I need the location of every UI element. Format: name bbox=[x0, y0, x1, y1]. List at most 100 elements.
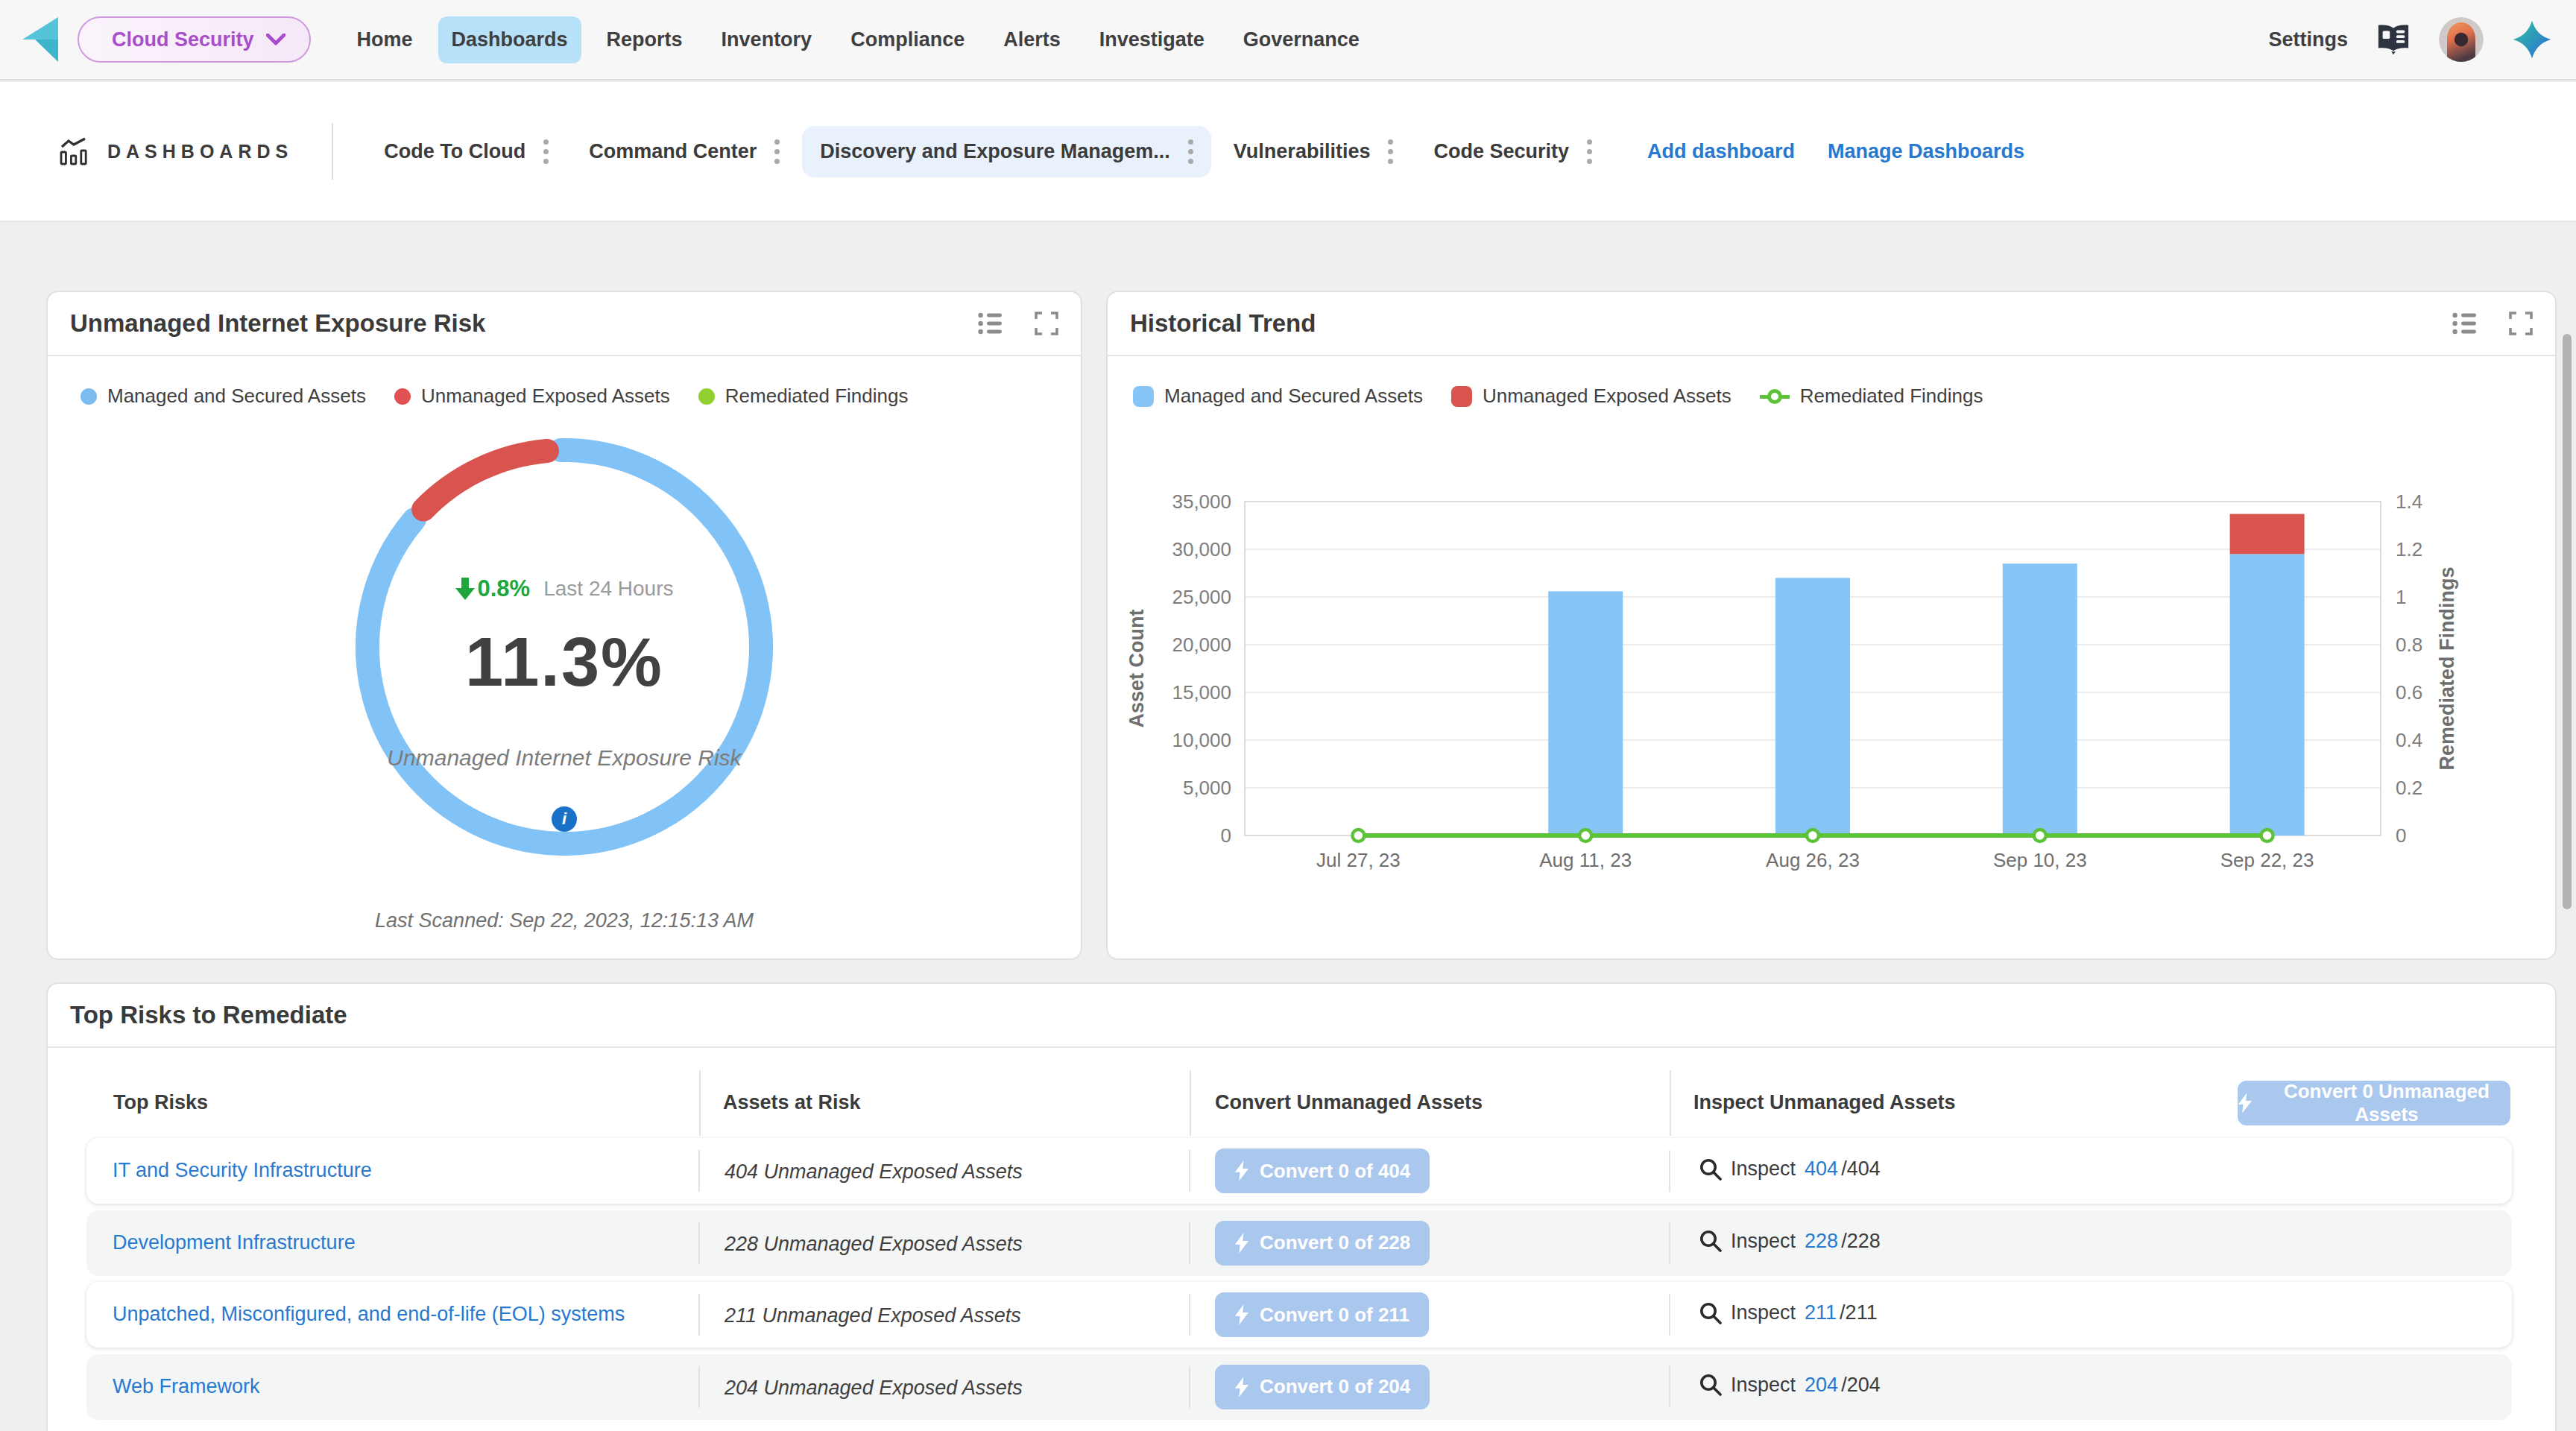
column-header-inspect: Inspect Unmanaged Assets bbox=[1693, 1091, 1956, 1114]
risk-link-unpatched-misconfigured-eol-systems[interactable]: Unpatched, Misconfigured, and end-of-lif… bbox=[113, 1303, 625, 1326]
inspect-total: /211 bbox=[1840, 1301, 1878, 1324]
svg-text:1.2: 1.2 bbox=[2396, 538, 2422, 560]
convert-all-button[interactable]: Convert 0 Unmanaged Assets bbox=[2238, 1081, 2510, 1125]
svg-text:Aug 11, 23: Aug 11, 23 bbox=[1539, 849, 1632, 871]
kebab-menu-icon[interactable] bbox=[1188, 139, 1193, 164]
divider bbox=[698, 1150, 700, 1192]
divider bbox=[1190, 1070, 1191, 1136]
inspect-count-link[interactable]: 228 bbox=[1805, 1230, 1838, 1253]
assets-at-risk-cell: 228 Unmanaged Exposed Assets bbox=[724, 1233, 1023, 1256]
main-nav: Home Dashboards Reports Inventory Compli… bbox=[344, 16, 1373, 63]
nav-item-compliance[interactable]: Compliance bbox=[837, 16, 978, 63]
tab-code-to-cloud[interactable]: Code To Cloud bbox=[366, 126, 566, 177]
inspect-label: Inspect bbox=[1731, 1230, 1796, 1253]
delta-value: 0.8% bbox=[455, 575, 531, 602]
divider bbox=[1189, 1222, 1190, 1264]
svg-text:0: 0 bbox=[1221, 824, 1231, 847]
legend-toggle-icon[interactable] bbox=[2452, 312, 2478, 335]
convert-row-button[interactable]: Convert 0 of 404 bbox=[1215, 1149, 1430, 1193]
info-icon[interactable]: i bbox=[552, 806, 577, 832]
unmanaged-exposure-risk-card: Unmanaged Internet Exposure Risk Managed… bbox=[46, 291, 1082, 960]
tab-vulnerabilities[interactable]: Vulnerabilities bbox=[1216, 126, 1412, 177]
divider bbox=[1189, 1294, 1190, 1336]
nav-item-reports[interactable]: Reports bbox=[593, 16, 696, 63]
divider bbox=[1669, 1366, 1670, 1408]
manage-dashboards-link[interactable]: Manage Dashboards bbox=[1828, 140, 2024, 163]
svg-text:Aug 26, 23: Aug 26, 23 bbox=[1766, 849, 1860, 871]
dashboards-section-label: DASHBOARDS bbox=[107, 141, 293, 162]
inspect-count-link[interactable]: 404 bbox=[1805, 1157, 1838, 1181]
svg-text:Asset Count: Asset Count bbox=[1126, 609, 1148, 727]
inspect-label: Inspect bbox=[1731, 1301, 1796, 1324]
donut-legend: Managed and Secured Assets Unmanaged Exp… bbox=[80, 385, 908, 408]
convert-row-button[interactable]: Convert 0 of 211 bbox=[1215, 1292, 1429, 1337]
nav-item-settings[interactable]: Settings bbox=[2268, 28, 2348, 51]
risk-link-it-and-security-infrastructure[interactable]: IT and Security Infrastructure bbox=[113, 1159, 372, 1182]
chevron-down-icon bbox=[266, 34, 285, 45]
convert-row-button[interactable]: Convert 0 of 204 bbox=[1215, 1365, 1430, 1409]
inspect-total: /228 bbox=[1841, 1230, 1881, 1253]
svg-text:0.6: 0.6 bbox=[2396, 681, 2422, 704]
svg-text:15,000: 15,000 bbox=[1172, 681, 1231, 704]
kebab-menu-icon[interactable] bbox=[1388, 139, 1393, 164]
expand-icon[interactable] bbox=[1035, 312, 1058, 335]
svg-text:20,000: 20,000 bbox=[1172, 634, 1231, 656]
table-row: Development Infrastructure 228 Unmanaged… bbox=[86, 1210, 2512, 1276]
product-switcher[interactable]: Cloud Security bbox=[78, 16, 311, 63]
expand-icon[interactable] bbox=[2509, 312, 2533, 335]
divider bbox=[1669, 1294, 1670, 1336]
scrollbar-thumb[interactable] bbox=[2563, 334, 2572, 909]
historical-trend-chart: Jul 27, 23 Aug 11, 23 Aug 26, 23 Sep 10, 23… bbox=[1108, 356, 2558, 960]
risk-link-web-framework[interactable]: Web Framework bbox=[113, 1375, 260, 1398]
kebab-menu-icon[interactable] bbox=[543, 139, 549, 164]
magnifier-icon bbox=[1699, 1230, 1722, 1252]
exposure-risk-value: 11.3% bbox=[341, 623, 788, 701]
inspect-cell: Inspect 211/211 bbox=[1699, 1301, 1878, 1324]
nav-item-investigate[interactable]: Investigate bbox=[1086, 16, 1218, 63]
lightning-icon bbox=[1234, 1160, 1249, 1181]
unmanaged-assets-dot bbox=[394, 388, 411, 405]
inspect-count-link[interactable]: 211 bbox=[1805, 1301, 1837, 1324]
risk-link-development-infrastructure[interactable]: Development Infrastructure bbox=[113, 1231, 356, 1254]
managed-assets-dot bbox=[80, 388, 97, 405]
svg-text:0: 0 bbox=[2396, 824, 2406, 847]
nav-item-home[interactable]: Home bbox=[344, 16, 426, 63]
user-avatar[interactable] bbox=[2439, 17, 2484, 62]
nav-item-dashboards[interactable]: Dashboards bbox=[438, 16, 581, 63]
top-risks-card: Top Risks to Remediate Convert 0 Unmanag… bbox=[46, 982, 2557, 1431]
delta-row: 0.8% Last 24 Hours bbox=[341, 575, 788, 602]
svg-text:0.8: 0.8 bbox=[2396, 634, 2422, 656]
remediated-findings-dot bbox=[698, 388, 715, 405]
legend-toggle-icon[interactable] bbox=[978, 312, 1003, 335]
nav-item-alerts[interactable]: Alerts bbox=[990, 16, 1074, 63]
brand-star-icon[interactable] bbox=[2512, 19, 2552, 60]
nav-item-inventory[interactable]: Inventory bbox=[708, 16, 826, 63]
tab-discovery-and-exposure-management[interactable]: Discovery and Exposure Managem... bbox=[802, 126, 1211, 177]
svg-text:35,000: 35,000 bbox=[1172, 490, 1231, 513]
column-header-top-risks: Top Risks bbox=[113, 1091, 208, 1114]
inspect-count-link[interactable]: 204 bbox=[1805, 1374, 1838, 1397]
legend-item: Managed and Secured Assets bbox=[80, 385, 366, 408]
lightning-icon bbox=[1234, 1377, 1249, 1397]
card-header: Unmanaged Internet Exposure Risk bbox=[48, 292, 1081, 356]
top-risks-table: Convert 0 Unmanaged Assets Top Risks Ass… bbox=[48, 1049, 2555, 1431]
svg-text:Jul 27, 23: Jul 27, 23 bbox=[1316, 849, 1401, 871]
add-dashboard-link[interactable]: Add dashboard bbox=[1647, 140, 1795, 163]
svg-text:1.4: 1.4 bbox=[2396, 490, 2422, 513]
tab-code-security[interactable]: Code Security bbox=[1415, 126, 1610, 177]
svg-text:Sep 10, 23: Sep 10, 23 bbox=[1993, 849, 2087, 871]
legend-item: Unmanaged Exposed Assets bbox=[394, 385, 670, 408]
magnifier-icon bbox=[1699, 1158, 1722, 1181]
convert-row-button[interactable]: Convert 0 of 228 bbox=[1215, 1221, 1430, 1266]
kebab-menu-icon[interactable] bbox=[1587, 139, 1592, 164]
assets-at-risk-cell: 204 Unmanaged Exposed Assets bbox=[724, 1377, 1023, 1400]
inspect-total: /404 bbox=[1841, 1157, 1881, 1181]
divider bbox=[698, 1366, 700, 1408]
docs-book-icon[interactable] bbox=[2376, 23, 2411, 56]
svg-text:25,000: 25,000 bbox=[1172, 586, 1231, 608]
nav-item-governance[interactable]: Governance bbox=[1230, 16, 1373, 63]
kebab-menu-icon[interactable] bbox=[774, 139, 780, 164]
inspect-label: Inspect bbox=[1731, 1374, 1796, 1397]
svg-text:5,000: 5,000 bbox=[1183, 777, 1231, 799]
tab-command-center[interactable]: Command Center bbox=[571, 126, 798, 177]
